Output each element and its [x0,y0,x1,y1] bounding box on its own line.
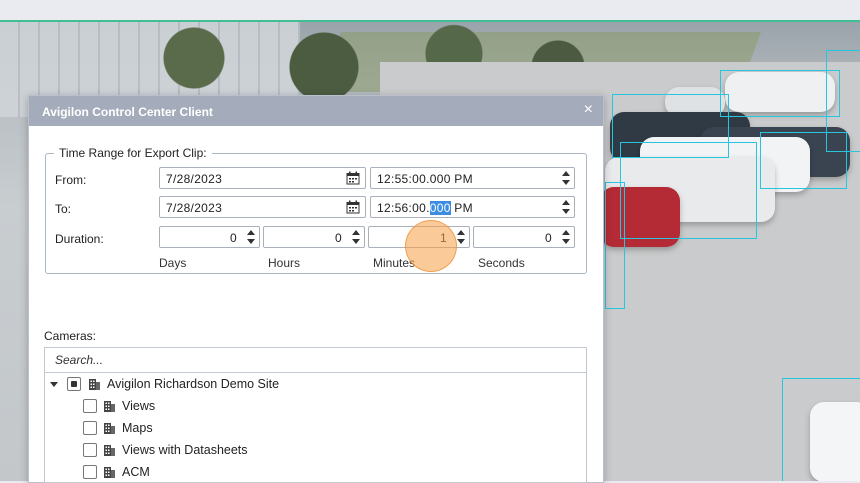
building-icon [104,401,115,412]
from-time-value: 12:55:00.000 PM [377,172,473,186]
to-time-selected-part: 000 [429,201,451,215]
to-date-value: 7/28/2023 [166,201,223,215]
duration-seconds-field[interactable]: 0 [473,226,575,248]
spinner-arrows-icon[interactable] [560,169,572,187]
maps-checkbox[interactable] [83,421,97,435]
export-dialog: Avigilon Control Center Client × Time Ra… [28,95,604,483]
duration-hours-value: 0 [335,231,342,245]
tree-item-maps[interactable]: Maps [45,419,585,439]
tree-item-label: Avigilon Richardson Demo Site [107,377,280,391]
tree-item-views[interactable]: Views [45,397,585,417]
tree-item-label: Views with Datasheets [122,443,248,457]
seconds-unit-label: Seconds [478,256,525,270]
to-time-field[interactable]: 12:56:00.000 PM [370,196,575,218]
from-date-value: 7/28/2023 [166,172,223,186]
acm-checkbox[interactable] [83,465,97,479]
site-checkbox[interactable] [67,377,81,391]
duration-hours-field[interactable]: 0 [263,226,365,248]
detection-box [720,70,840,117]
views-checkbox[interactable] [83,399,97,413]
tree-item-label: ACM [122,465,150,479]
from-time-field[interactable]: 12:55:00.000 PM [370,167,575,189]
tree-item-label: Maps [122,421,153,435]
duration-label: Duration: [55,232,104,246]
spinner-arrows-icon[interactable] [350,228,362,246]
detection-box [826,50,860,152]
caret-down-icon[interactable] [50,382,58,387]
top-bar [0,0,860,22]
detection-box [782,378,860,481]
from-label: From: [55,173,87,187]
to-date-field[interactable]: 7/28/2023 [159,196,366,218]
time-range-legend: Time Range for Export Clip: [59,146,207,160]
camera-search-input[interactable] [53,352,577,368]
spinner-arrows-icon[interactable] [560,198,572,216]
duration-seconds-value: 0 [545,231,552,245]
to-time-value: 12:56:00.000 PM [377,201,473,215]
tree-item-site[interactable]: Avigilon Richardson Demo Site [45,375,585,395]
camera-tree: Avigilon Richardson Demo Site Views Maps [44,373,587,483]
building-icon [89,379,100,390]
duration-days-value: 0 [230,231,237,245]
calendar-icon[interactable] [346,200,360,214]
building-icon [104,467,115,478]
hours-unit-label: Hours [268,256,301,270]
building-icon [104,445,115,456]
camera-search-box[interactable] [44,347,587,373]
from-date-field[interactable]: 7/28/2023 [159,167,366,189]
views-with-datasheets-checkbox[interactable] [83,443,97,457]
days-unit-label: Days [159,256,187,270]
cameras-label: Cameras: [44,329,97,343]
dialog-title: Avigilon Control Center Client [42,105,213,119]
tree-item-label: Views [122,399,156,413]
spinner-arrows-icon[interactable] [560,228,572,246]
to-label: To: [55,202,72,216]
building-icon [104,423,115,434]
detection-box [620,142,757,239]
detection-box [605,182,625,309]
close-icon[interactable]: × [584,102,593,118]
dialog-titlebar: Avigilon Control Center Client × [29,96,603,126]
duration-days-field[interactable]: 0 [159,226,260,248]
to-time-part: 12:56:00. [377,201,430,215]
spinner-arrows-icon[interactable] [245,228,257,246]
calendar-icon[interactable] [346,171,360,185]
mouse-click-highlight [405,220,457,272]
to-time-suffix: PM [450,201,473,215]
tree-item-views-with-datasheets[interactable]: Views with Datasheets [45,441,585,461]
tree-item-acm[interactable]: ACM [45,463,585,483]
